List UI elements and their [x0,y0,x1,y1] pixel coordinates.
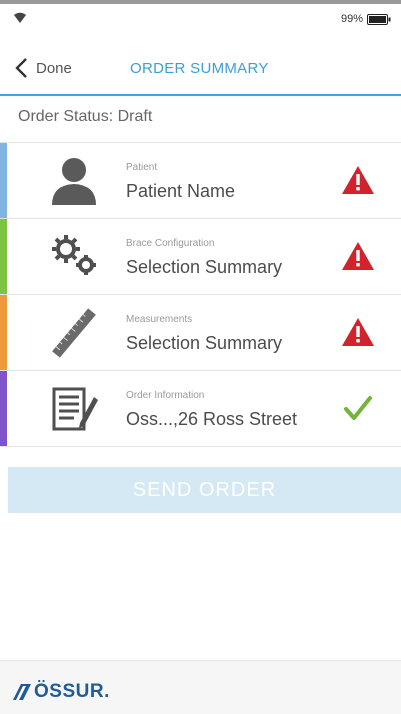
footer: ÖSSUR. [0,660,401,714]
wifi-icon [14,12,26,23]
chevron-left-icon [15,58,27,78]
navigation-bar: Done ORDER SUMMARY [0,42,401,96]
item-value: Selection Summary [126,333,283,353]
status-bar-divider [0,0,401,4]
warning-icon [342,166,374,194]
item-value: Selection Summary [126,257,283,277]
list-item-order-information[interactable]: Order Information Oss...,26 Ross Street [0,371,401,447]
summary-list: Patient Patient Name Brace Configuration… [0,142,401,447]
item-category-label: Measurements [126,314,193,325]
item-category-label: Order Information [126,390,205,401]
list-item-patient[interactable]: Patient Patient Name [0,142,401,219]
warning-icon [342,318,374,346]
check-icon [344,396,372,420]
ruler-icon [52,308,96,358]
document-icon [52,387,98,431]
send-order-button[interactable]: SEND ORDER [8,467,401,513]
item-value: Patient Name [126,181,236,201]
ossur-logo-icon [13,684,31,700]
page-title: ORDER SUMMARY [130,60,269,77]
list-item-brace-configuration[interactable]: Brace Configuration Selection Summary [0,219,401,295]
item-accent-bar [0,295,7,370]
item-accent-bar [0,143,7,218]
item-value: Oss...,26 Ross Street [126,409,298,429]
battery-percentage: 99% [340,13,363,25]
battery-icon [367,14,391,25]
gears-icon [52,235,96,275]
person-icon [52,158,96,205]
item-category-label: Brace Configuration [126,238,215,249]
item-category-label: Patient [126,162,158,173]
item-accent-bar [0,371,7,446]
order-status-text: Order Status: Draft [18,108,153,125]
item-accent-bar [0,219,7,294]
back-button-label: Done [36,59,72,77]
warning-icon [342,242,374,270]
status-bar: 99% [0,0,401,40]
ossur-logo-text: ÖSSUR. [34,681,110,702]
list-item-measurements[interactable]: Measurements Selection Summary [0,295,401,371]
done-back-button[interactable]: Done [14,52,72,84]
